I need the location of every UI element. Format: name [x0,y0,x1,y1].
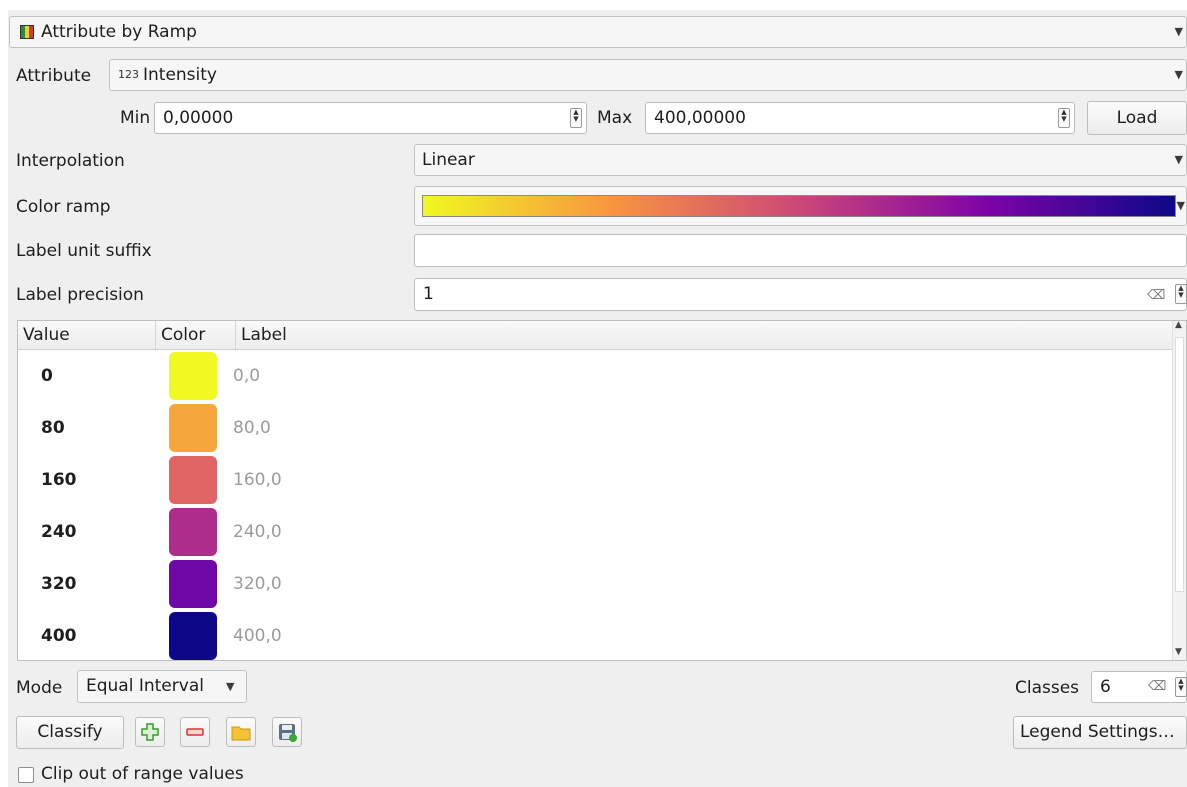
interpolation-combo[interactable]: Linear ▼ [414,144,1187,176]
min-label: Min [120,108,151,128]
spin-arrows-icon[interactable]: ▲ ▼ [1058,108,1070,128]
scroll-up-icon[interactable]: ▲ [1175,321,1182,330]
row-label[interactable]: 0,0 [233,350,260,402]
min-spinbox[interactable]: 0,00000 ▲ ▼ [154,102,587,134]
add-class-button[interactable] [135,717,165,747]
classes-value: 6 [1100,677,1111,697]
classes-label: Classes [1015,678,1080,698]
table-row[interactable]: 240 240,0 [18,506,1175,558]
spin-arrows-icon[interactable]: ▲ ▼ [1175,677,1187,697]
chevron-down-icon: ▼ [1174,153,1183,166]
color-ramp-label: Color ramp [16,197,111,217]
header-color[interactable]: Color [156,321,236,349]
legend-settings-label: Legend Settings… [1020,722,1175,742]
header-value[interactable]: Value [18,321,156,349]
min-value: 0,00000 [163,108,234,128]
row-color-swatch[interactable] [169,612,217,660]
row-label[interactable]: 160,0 [233,454,282,506]
row-value[interactable]: 400 [41,610,77,660]
row-label[interactable]: 320,0 [233,558,282,610]
row-value[interactable]: 320 [41,558,77,610]
table-header: Value Color Label [18,321,1175,350]
max-label: Max [597,108,633,128]
table-row[interactable]: 320 320,0 [18,558,1175,610]
row-color-swatch[interactable] [169,404,217,452]
row-label[interactable]: 400,0 [233,610,282,660]
row-color-swatch[interactable] [169,352,217,400]
chevron-down-icon: ▼ [1176,199,1185,212]
folder-icon [231,726,251,741]
numeric-field-icon: 123 [118,68,139,81]
scrollbar-thumb[interactable] [1175,337,1184,592]
table-row[interactable]: 400 400,0 [18,610,1175,660]
spin-arrows-icon[interactable]: ▲ ▼ [570,108,582,128]
spin-arrows-icon[interactable]: ▲ ▼ [1175,284,1187,304]
minus-icon [186,728,204,736]
label-precision-value: 1 [423,284,434,304]
row-label[interactable]: 240,0 [233,506,282,558]
row-color-swatch[interactable] [169,508,217,556]
chevron-down-icon: ▼ [1174,68,1183,81]
attribute-value: Intensity [143,65,217,85]
clear-icon[interactable]: ⌫ [1147,280,1165,311]
row-label[interactable]: 80,0 [233,402,271,454]
load-button-label: Load [1116,108,1158,128]
classify-button[interactable]: Classify [16,716,124,749]
row-color-swatch[interactable] [169,456,217,504]
remove-class-button[interactable] [180,717,210,747]
class-table[interactable]: Value Color Label 0 0,0 80 80,0 160 160,0 240 2… [17,320,1187,661]
header-label[interactable]: Label [236,321,1175,349]
interpolation-label: Interpolation [16,151,125,171]
clip-checkbox[interactable] [18,767,34,783]
attribute-label: Attribute [16,66,92,86]
label-precision-label: Label precision [16,285,144,305]
max-spinbox[interactable]: 400,00000 ▲ ▼ [645,102,1075,134]
ramp-renderer-icon [20,25,34,39]
label-unit-suffix-label: Label unit suffix [16,241,152,261]
load-button[interactable]: Load [1087,101,1187,135]
chevron-down-icon: ▼ [226,680,235,693]
row-value[interactable]: 0 [41,350,53,402]
mode-combo[interactable]: Equal Interval ▼ [77,670,247,703]
max-value: 400,00000 [654,108,746,128]
attribute-combo[interactable]: 123 Intensity ▼ [109,59,1187,91]
label-unit-suffix-input[interactable] [414,234,1187,267]
save-icon [279,724,297,742]
renderer-type-combo[interactable]: Attribute by Ramp ▼ [9,16,1187,48]
scroll-down-icon[interactable]: ▼ [1175,647,1182,657]
chevron-down-icon: ▼ [1174,25,1183,38]
row-color-swatch[interactable] [169,560,217,608]
legend-settings-button[interactable]: Legend Settings… [1013,716,1187,749]
table-scrollbar[interactable]: ▲ ▼ [1172,321,1186,660]
classes-spinbox[interactable]: 6 ⌫ ▲ ▼ [1091,671,1187,703]
row-value[interactable]: 240 [41,506,77,558]
renderer-panel: Attribute by Ramp ▼ Attribute 123 Intens… [8,10,1187,787]
classify-label: Classify [37,722,103,742]
table-row[interactable]: 160 160,0 [18,454,1175,506]
clear-icon[interactable]: ⌫ [1148,672,1166,702]
clip-label[interactable]: Clip out of range values [41,764,244,784]
color-ramp-preview [422,195,1176,217]
renderer-type-label: Attribute by Ramp [41,22,197,42]
load-classes-button[interactable] [226,717,256,747]
mode-value: Equal Interval [86,676,204,696]
mode-label: Mode [16,678,63,698]
table-row[interactable]: 80 80,0 [18,402,1175,454]
row-value[interactable]: 160 [41,454,77,506]
save-classes-button[interactable] [272,717,302,747]
interpolation-value: Linear [422,150,475,170]
label-precision-spinbox[interactable]: 1 ⌫ ▲ ▼ [414,278,1187,311]
row-value[interactable]: 80 [41,402,65,454]
table-row[interactable]: 0 0,0 [18,350,1175,402]
plus-icon [141,723,159,741]
color-ramp-button[interactable]: ▼ [414,186,1187,226]
